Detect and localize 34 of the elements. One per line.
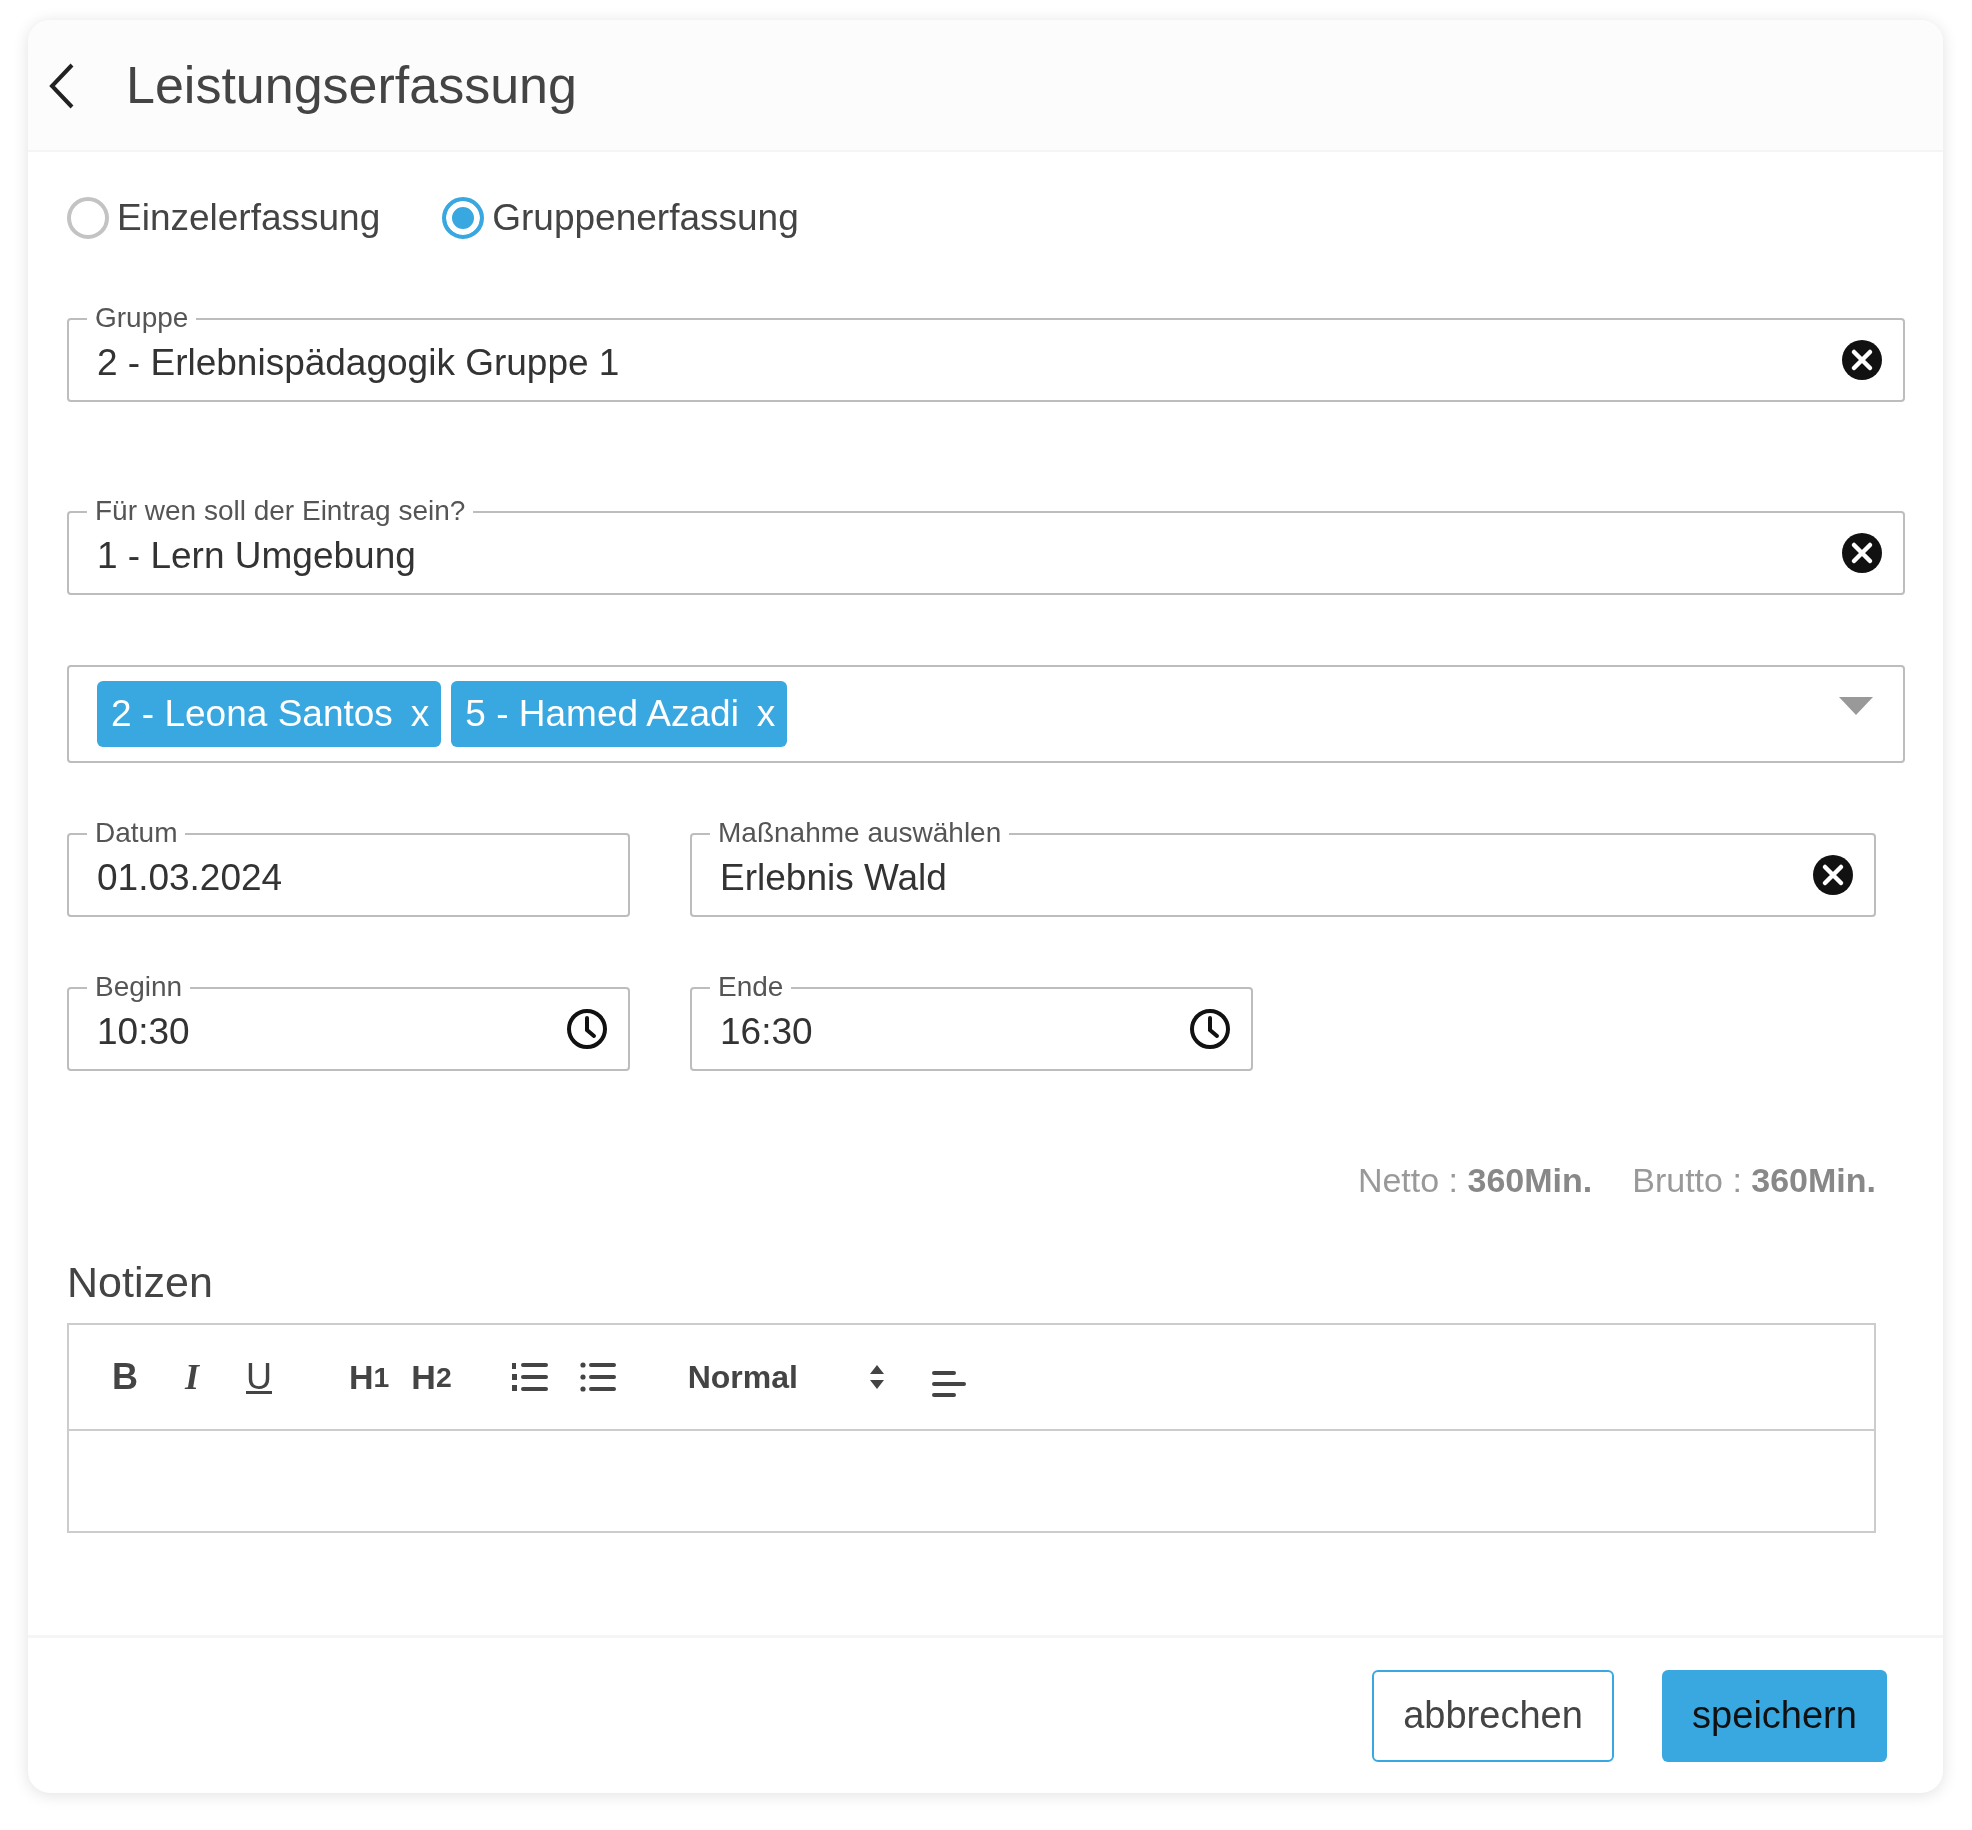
align-icon[interactable]: [931, 1369, 966, 1399]
clear-icon[interactable]: [1841, 532, 1883, 574]
select-field[interactable]: Gruppe 2 - Erlebnispädagogik Gruppe 1: [67, 300, 1905, 402]
field-value: 01.03.2024: [97, 856, 284, 899]
sort-arrows-icon: [869, 1365, 884, 1389]
field-value: 2 - Erlebnispädagogik Gruppe 1: [97, 341, 621, 384]
dropdown-caret-icon: [1839, 697, 1873, 715]
radio-option[interactable]: Einzelerfassung: [67, 197, 381, 239]
clear-icon[interactable]: [1812, 854, 1854, 896]
field-value: 10:30: [97, 1010, 191, 1053]
format-dropdown[interactable]: Normal: [687, 1352, 884, 1402]
field-value: 16:30: [720, 1010, 814, 1053]
italic-button[interactable]: I: [172, 1352, 212, 1402]
bullet-list-icon[interactable]: [579, 1361, 616, 1393]
numbered-list-icon[interactable]: [511, 1361, 548, 1393]
duration-text: Brutto : 360Min.: [1632, 1161, 1876, 1200]
save-button[interactable]: speichern: [1662, 1669, 1887, 1762]
dialog-title: Leistungserfassung: [126, 55, 577, 115]
cancel-button[interactable]: abbrechen: [1372, 1669, 1614, 1762]
clock-icon[interactable]: [566, 1008, 608, 1050]
select-field[interactable]: Für wen soll der Eintrag sein? 1 - Lern Umgebung: [67, 493, 1905, 595]
clear-icon[interactable]: [1841, 339, 1883, 381]
time-field[interactable]: Beginn 10:30: [67, 969, 630, 1071]
time-field[interactable]: Ende 16:30: [690, 969, 1253, 1071]
bold-button[interactable]: B: [105, 1352, 145, 1402]
field-value: 1 - Lern Umgebung: [97, 534, 417, 577]
duration-text: Netto : 360Min.: [1357, 1161, 1593, 1200]
select-field[interactable]: Maßnahme auswählen Erlebnis Wald: [690, 815, 1876, 917]
underline-button[interactable]: U: [239, 1352, 279, 1402]
clock-icon[interactable]: [1189, 1008, 1231, 1050]
field-value: Erlebnis Wald: [720, 856, 948, 899]
date-field[interactable]: Datum 01.03.2024: [67, 815, 630, 917]
radio-option[interactable]: Gruppenerfassung: [442, 197, 799, 239]
section-heading: Notizen: [67, 1258, 214, 1307]
